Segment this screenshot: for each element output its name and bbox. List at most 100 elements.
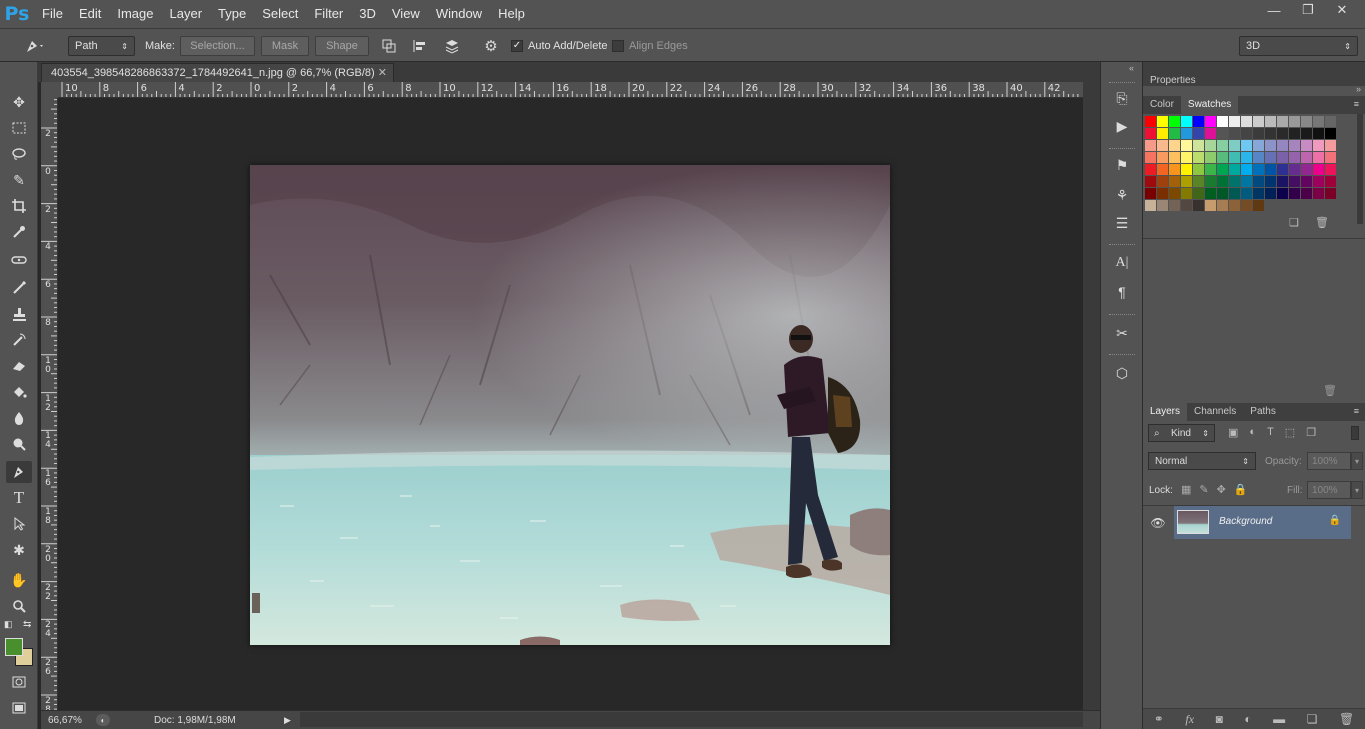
spot-healing-icon[interactable] [6, 249, 32, 271]
color-swatch[interactable] [1193, 164, 1204, 175]
new-swatch-icon[interactable]: ❏ [1289, 216, 1299, 229]
color-swatch[interactable] [1181, 200, 1192, 211]
color-swatch[interactable] [1301, 164, 1312, 175]
color-swatch[interactable] [1181, 116, 1192, 127]
color-swatch[interactable] [1217, 200, 1228, 211]
tools-panel-icon[interactable]: ✂ [1111, 323, 1133, 343]
color-swatch[interactable] [1145, 188, 1156, 199]
color-swatch[interactable] [1145, 176, 1156, 187]
color-swatch[interactable] [1169, 128, 1180, 139]
color-swatch[interactable] [1229, 152, 1240, 163]
collapse-panels-icon[interactable]: » [1356, 84, 1361, 94]
document-tab[interactable]: 403554_398548286863372_1784492641_n.jpg … [41, 63, 394, 82]
delete-swatch-icon[interactable]: 🗑 [1315, 216, 1329, 229]
color-swatch[interactable] [1181, 140, 1192, 151]
zoom-level[interactable]: 66,67% [48, 715, 94, 726]
color-swatch[interactable] [1205, 116, 1216, 127]
color-swatch[interactable] [1181, 164, 1192, 175]
color-swatch[interactable] [1301, 116, 1312, 127]
color-swatch[interactable] [1289, 152, 1300, 163]
color-swatch[interactable] [1265, 140, 1276, 151]
color-swatch[interactable] [1145, 152, 1156, 163]
color-swatch[interactable] [1169, 164, 1180, 175]
color-swatch[interactable] [1217, 188, 1228, 199]
filter-toggle[interactable] [1351, 426, 1359, 440]
color-swatch[interactable] [1193, 176, 1204, 187]
layer-lock-icon[interactable]: 🔒 [1329, 515, 1341, 526]
share-icon[interactable]: ◐ [96, 714, 110, 726]
menu-filter[interactable]: Filter [306, 0, 351, 28]
swap-colors-icon[interactable]: ⇆ [23, 619, 31, 630]
type-filter-icon[interactable]: T [1267, 426, 1274, 439]
color-swatch[interactable] [1241, 116, 1252, 127]
3d-panel-icon[interactable]: ⬡ [1111, 363, 1133, 383]
tool-presets-icon[interactable]: ⚑ [1111, 155, 1133, 175]
color-swatch[interactable] [1265, 152, 1276, 163]
menu-view[interactable]: View [384, 0, 428, 28]
horizontal-scrollbar[interactable] [300, 712, 1083, 727]
color-swatch[interactable] [1277, 164, 1288, 175]
new-group-icon[interactable]: ▬ [1273, 712, 1285, 726]
trash-icon[interactable]: 🗑 [1323, 384, 1337, 397]
pixel-filter-icon[interactable]: ▣ [1228, 426, 1238, 439]
panel-menu-icon[interactable]: ≡ [1354, 99, 1359, 109]
shape-filter-icon[interactable]: ⬚ [1285, 426, 1295, 439]
color-swatch[interactable] [1181, 176, 1192, 187]
color-swatch[interactable] [1181, 188, 1192, 199]
color-swatch[interactable] [1277, 152, 1288, 163]
color-swatch[interactable] [1157, 164, 1168, 175]
color-swatch[interactable] [1169, 188, 1180, 199]
custom-shape-icon[interactable]: ✱ [6, 539, 32, 561]
move-tool-icon[interactable]: ✥ [6, 91, 32, 113]
color-swatch[interactable] [1253, 128, 1264, 139]
close-document-icon[interactable]: ✕ [378, 66, 387, 79]
menu-file[interactable]: File [34, 0, 71, 28]
path-selection-icon[interactable] [6, 513, 32, 535]
ruler-origin[interactable] [41, 82, 58, 98]
color-swatch[interactable] [1181, 152, 1192, 163]
actions-panel-icon[interactable]: ▶ [1111, 116, 1133, 136]
make-selection-button[interactable]: Selection... [180, 36, 255, 56]
layer-filter-select[interactable]: ⌕ Kind ⇕ [1148, 424, 1215, 442]
tab-channels[interactable]: Channels [1187, 403, 1243, 421]
lasso-icon[interactable] [6, 143, 32, 165]
paragraph-panel-icon[interactable]: ¶ [1111, 282, 1133, 302]
vertical-ruler[interactable]: 2 0 2 4 6 8 10 12 14 16 18 20 22 24 26 28 [41, 98, 58, 710]
color-swatch[interactable] [1205, 164, 1216, 175]
tab-color[interactable]: Color [1143, 96, 1181, 114]
lock-pixels-icon[interactable]: ✎ [1199, 483, 1208, 496]
color-swatch[interactable] [1241, 176, 1252, 187]
color-swatch[interactable] [1229, 140, 1240, 151]
close-window-button[interactable]: ✕ [1325, 0, 1359, 20]
color-swatch[interactable] [1313, 152, 1324, 163]
color-swatch[interactable] [1325, 128, 1336, 139]
make-mask-button[interactable]: Mask [261, 36, 309, 56]
panel-menu-icon[interactable]: ≡ [1354, 406, 1359, 416]
pen-tool-icon[interactable] [6, 461, 32, 483]
color-swatch[interactable] [1325, 188, 1336, 199]
menu-type[interactable]: Type [210, 0, 254, 28]
color-swatch[interactable] [1289, 176, 1300, 187]
auto-add-delete-checkbox[interactable]: ✓ Auto Add/Delete [511, 36, 608, 56]
color-swatch[interactable] [1313, 188, 1324, 199]
menu-window[interactable]: Window [428, 0, 490, 28]
swatches-scrollbar[interactable] [1357, 114, 1363, 224]
status-menu-arrow-icon[interactable]: ▶ [284, 715, 291, 726]
align-edges-checkbox[interactable]: Align Edges [612, 36, 688, 56]
new-layer-icon[interactable]: ❏ [1307, 712, 1318, 726]
color-swatch[interactable] [1145, 140, 1156, 151]
color-swatch[interactable] [1289, 188, 1300, 199]
color-swatch[interactable] [1157, 176, 1168, 187]
color-swatch[interactable] [1193, 200, 1204, 211]
collapse-dock-icon[interactable]: « [1129, 63, 1134, 73]
color-swatch[interactable] [1241, 200, 1252, 211]
color-swatch[interactable] [1193, 116, 1204, 127]
color-swatch[interactable] [1169, 116, 1180, 127]
color-swatch[interactable] [1169, 152, 1180, 163]
color-swatch[interactable] [1241, 140, 1252, 151]
fill-input[interactable]: 100% [1307, 481, 1351, 499]
color-swatch[interactable] [1289, 128, 1300, 139]
layer-name[interactable]: Background [1219, 516, 1272, 527]
clone-stamp-icon[interactable] [6, 303, 32, 325]
menu-image[interactable]: Image [109, 0, 161, 28]
